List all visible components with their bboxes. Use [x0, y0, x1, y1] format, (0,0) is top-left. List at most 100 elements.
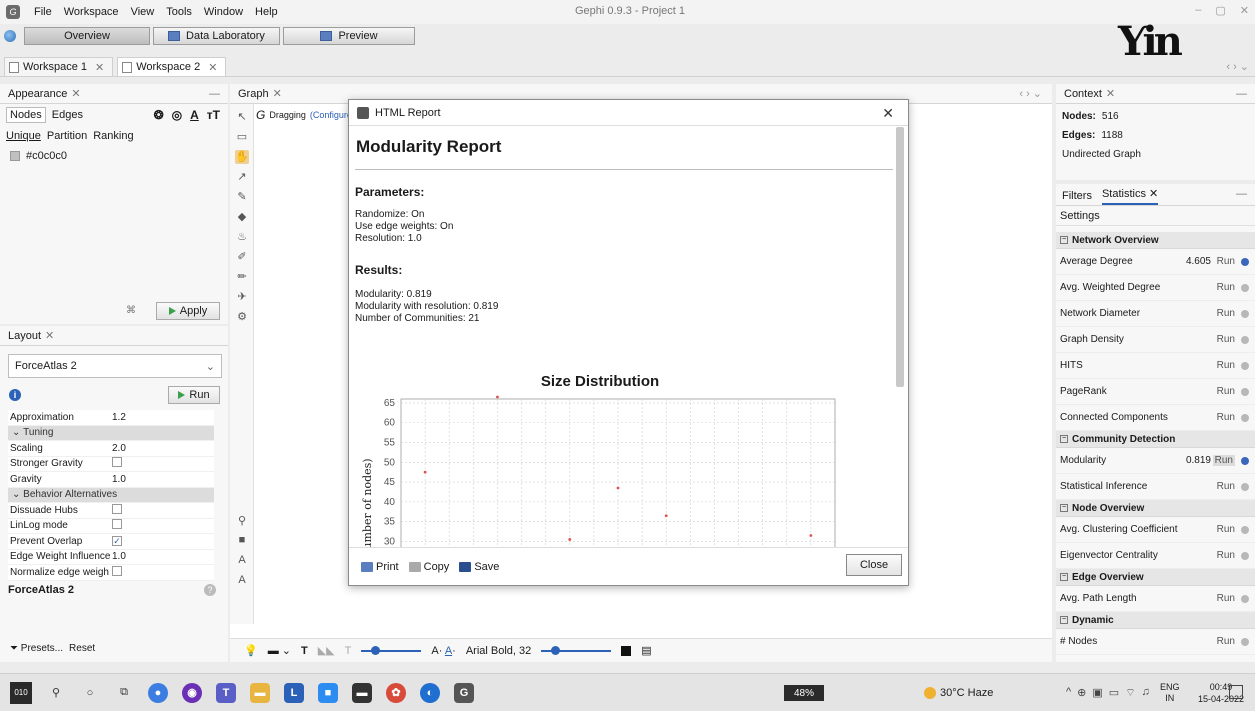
- text-disabled-icon[interactable]: T: [345, 645, 352, 657]
- close-button[interactable]: Close: [846, 554, 902, 576]
- close-panel-icon[interactable]: ✕: [45, 329, 54, 342]
- property-checkbox[interactable]: [112, 503, 122, 514]
- tab-nodes[interactable]: Nodes: [6, 107, 46, 123]
- pointer-icon[interactable]: ↖: [235, 110, 249, 124]
- text-tool-icon[interactable]: T: [301, 645, 308, 657]
- stat-run-button[interactable]: Run: [1217, 334, 1235, 345]
- layout-algorithm-select[interactable]: ForceAtlas 2 ⌄: [8, 354, 222, 378]
- label-color-icon[interactable]: A: [190, 108, 199, 122]
- font-size-icon[interactable]: A· A·: [431, 645, 455, 657]
- tab-workspace-1[interactable]: Workspace 1 ✕: [4, 57, 114, 76]
- stat-info-icon[interactable]: [1241, 361, 1249, 370]
- property-checkbox[interactable]: [112, 457, 122, 468]
- info-icon[interactable]: i: [9, 389, 21, 401]
- edge-pencil-icon[interactable]: ✐: [235, 250, 249, 264]
- l-app-icon[interactable]: L: [284, 682, 304, 703]
- stat-info-icon[interactable]: [1241, 525, 1249, 534]
- stat-info-icon[interactable]: [1241, 594, 1249, 603]
- mic-icon[interactable]: ⊕: [1077, 686, 1086, 700]
- property-checkbox[interactable]: [112, 519, 122, 530]
- stat-group-header[interactable]: − Edge Overview: [1056, 569, 1255, 586]
- unique-color-row[interactable]: #c0c0c0: [0, 146, 228, 166]
- close-tab-icon[interactable]: ✕: [95, 61, 104, 74]
- property-value[interactable]: 1.2: [112, 412, 172, 423]
- color-picker-icon[interactable]: [621, 645, 632, 656]
- gephi-taskbar-icon[interactable]: G: [454, 682, 474, 703]
- font-label[interactable]: Arial Bold, 32: [466, 645, 531, 657]
- clipboard-icon[interactable]: ▤: [641, 644, 651, 657]
- notification-icon[interactable]: [1229, 685, 1243, 699]
- drag-icon[interactable]: ✋: [235, 150, 249, 164]
- stat-info-icon[interactable]: [1241, 413, 1249, 422]
- stat-run-button[interactable]: Run: [1217, 386, 1235, 397]
- settings-link[interactable]: Settings: [1056, 206, 1255, 226]
- collapse-icon[interactable]: −: [1060, 616, 1068, 624]
- bulb-icon[interactable]: 💡: [244, 644, 258, 657]
- stat-group-header[interactable]: − Dynamic: [1056, 612, 1255, 629]
- stat-run-button[interactable]: Run: [1217, 550, 1235, 561]
- size-slider[interactable]: [361, 645, 422, 655]
- cortana-icon[interactable]: ○: [80, 683, 100, 703]
- battery-icon[interactable]: ▭: [1109, 686, 1119, 700]
- report-scrollbar[interactable]: [896, 127, 904, 387]
- property-checkbox[interactable]: ✓: [112, 536, 122, 547]
- close-window-icon[interactable]: ✕: [1240, 4, 1249, 17]
- menu-window[interactable]: Window: [198, 6, 249, 18]
- palette-icon[interactable]: ❂: [154, 108, 164, 122]
- menu-help[interactable]: Help: [249, 6, 284, 18]
- tab-preview[interactable]: Preview: [283, 27, 415, 45]
- menu-file[interactable]: File: [28, 6, 58, 18]
- stat-run-button[interactable]: Run: [1217, 282, 1235, 293]
- stat-info-icon[interactable]: [1241, 257, 1249, 266]
- collapse-icon[interactable]: −: [1060, 573, 1068, 581]
- stat-run-button[interactable]: Run: [1217, 481, 1235, 492]
- close-dialog-icon[interactable]: ✕: [882, 105, 894, 122]
- display-icon[interactable]: ▣: [1092, 686, 1102, 700]
- property-value[interactable]: 1.0: [112, 551, 172, 562]
- minimize-panel-icon[interactable]: —: [209, 88, 220, 100]
- presets-button[interactable]: ⏷ Presets...: [10, 643, 63, 654]
- stat-info-icon[interactable]: [1241, 456, 1249, 465]
- zoom-app-icon[interactable]: ■: [318, 682, 338, 703]
- tab-partition[interactable]: Partition: [47, 130, 87, 142]
- collapse-icon[interactable]: −: [1060, 435, 1068, 443]
- menu-tools[interactable]: Tools: [160, 6, 198, 18]
- chrome-profile-icon[interactable]: ◐: [420, 682, 440, 703]
- link-icon[interactable]: ⌘: [126, 305, 136, 316]
- settings-icon[interactable]: ⚙: [235, 310, 249, 324]
- property-section[interactable]: ⌄ Behavior Alternatives: [8, 487, 214, 503]
- stat-info-icon[interactable]: [1241, 387, 1249, 396]
- stat-run-button[interactable]: Run: [1217, 524, 1235, 535]
- stat-run-button[interactable]: Run: [1217, 256, 1235, 267]
- minimize-panel-icon[interactable]: —: [1236, 188, 1247, 200]
- paint-icon[interactable]: ♨: [235, 230, 249, 244]
- stat-run-button[interactable]: Run: [1217, 593, 1235, 604]
- property-section[interactable]: ⌄ Tuning: [8, 425, 214, 441]
- stat-info-icon[interactable]: [1241, 551, 1249, 560]
- save-button[interactable]: Save: [459, 561, 499, 573]
- weather-widget[interactable]: 30°C Haze: [924, 687, 993, 699]
- size-icon[interactable]: ◎: [172, 108, 182, 122]
- stat-info-icon[interactable]: [1241, 309, 1249, 318]
- volume-icon[interactable]: ♫: [1142, 686, 1150, 700]
- plane-icon[interactable]: ✈: [235, 290, 249, 304]
- print-button[interactable]: Print: [361, 561, 399, 573]
- diamond-icon[interactable]: ◆: [235, 210, 249, 224]
- copy-button[interactable]: Copy: [408, 561, 449, 573]
- edge-style-icon[interactable]: ◣◣: [318, 644, 335, 657]
- stat-run-button[interactable]: Run: [1217, 412, 1235, 423]
- search-icon[interactable]: ⚲: [46, 683, 66, 703]
- chrome-icon[interactable]: ●: [148, 682, 168, 703]
- stat-run-button[interactable]: Run: [1217, 636, 1235, 647]
- tab-statistics[interactable]: Statistics ✕: [1101, 187, 1159, 205]
- tab-ranking[interactable]: Ranking: [93, 130, 133, 142]
- stat-run-button[interactable]: Run: [1212, 455, 1235, 466]
- zoom-icon[interactable]: ⚲: [235, 514, 249, 528]
- file-explorer-icon[interactable]: ▬: [250, 682, 270, 703]
- color-swatch[interactable]: [10, 151, 20, 161]
- text-color-icon[interactable]: A: [235, 554, 249, 568]
- tab-data-laboratory[interactable]: Data Laboratory: [153, 27, 280, 45]
- stat-run-button[interactable]: Run: [1217, 308, 1235, 319]
- menu-workspace[interactable]: Workspace: [58, 6, 125, 18]
- reset-button[interactable]: Reset: [69, 643, 95, 654]
